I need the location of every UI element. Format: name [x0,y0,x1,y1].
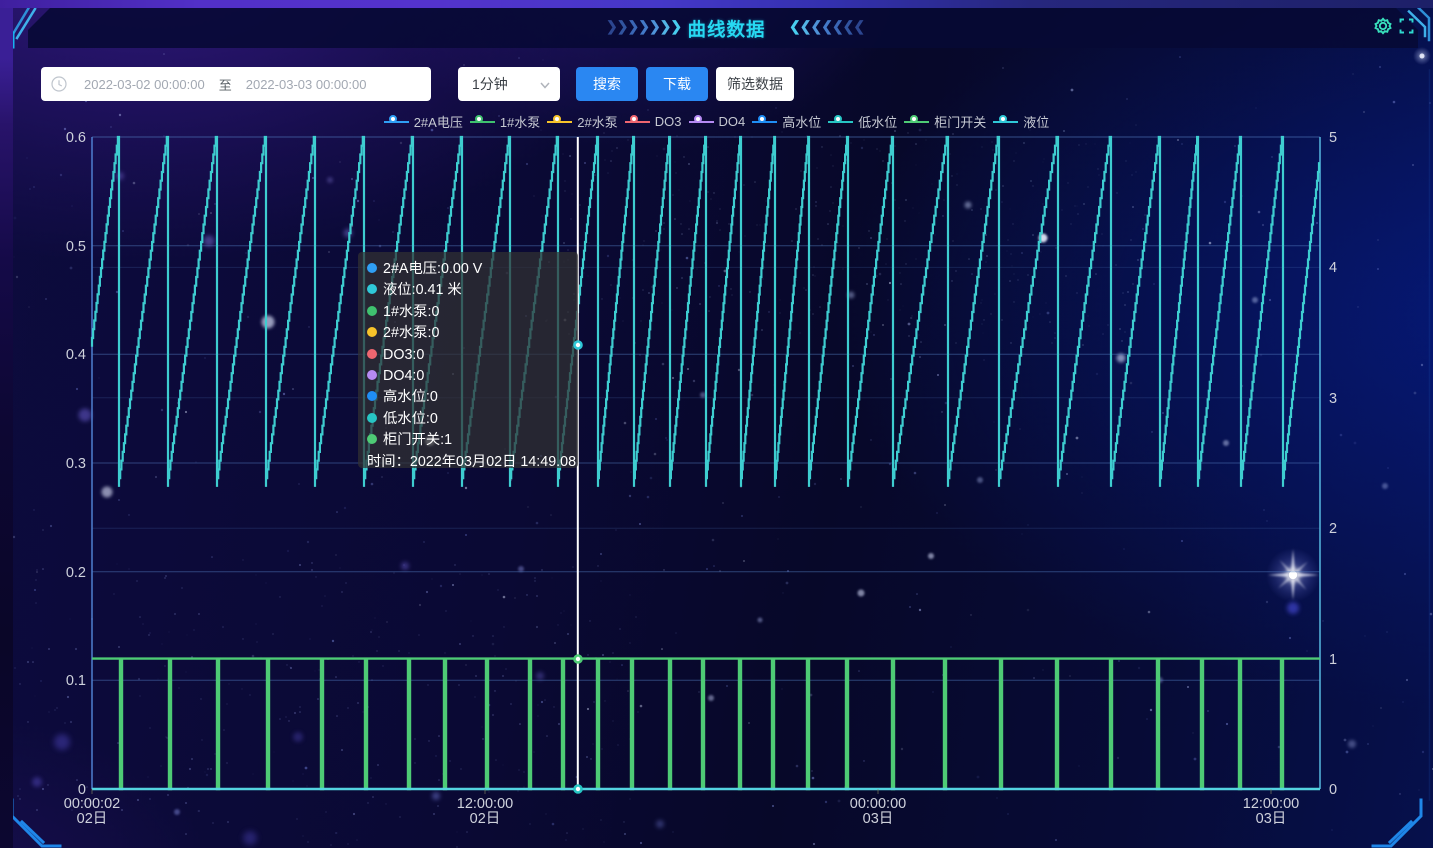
svg-text:0.5: 0.5 [66,239,86,255]
svg-text:00:00:00: 00:00:00 [850,796,906,812]
svg-text:4: 4 [1329,260,1337,276]
svg-text:5: 5 [1329,130,1337,146]
svg-text:0: 0 [1329,782,1337,798]
svg-text:0.2: 0.2 [66,565,86,581]
svg-text:0.4: 0.4 [66,347,86,363]
svg-text:0.1: 0.1 [66,673,86,689]
svg-text:3: 3 [1329,391,1337,407]
svg-text:02日: 02日 [77,811,108,827]
svg-text:00:00:02: 00:00:02 [64,796,120,812]
svg-text:0.3: 0.3 [66,456,86,472]
svg-text:02日: 02日 [470,811,501,827]
svg-text:03日: 03日 [863,811,894,827]
svg-text:12:00:00: 12:00:00 [457,796,513,812]
svg-text:0.6: 0.6 [66,130,86,146]
svg-text:1: 1 [1329,652,1337,668]
svg-text:12:00:00: 12:00:00 [1243,796,1299,812]
svg-text:2: 2 [1329,521,1337,537]
svg-text:03日: 03日 [1256,811,1287,827]
